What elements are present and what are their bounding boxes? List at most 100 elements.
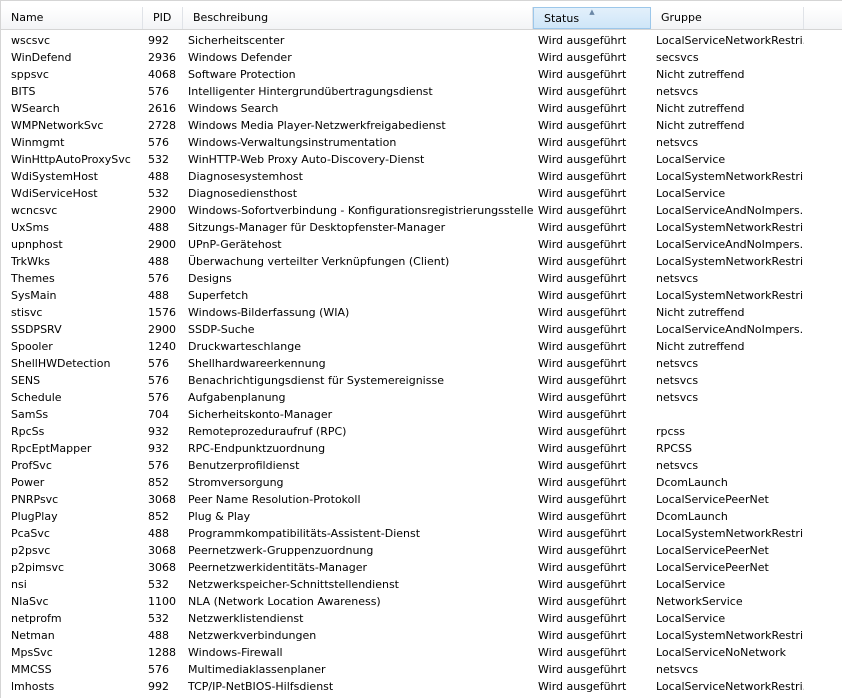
service-status: Wird ausgeführt xyxy=(538,476,627,489)
column-header-status[interactable]: ▲ Status xyxy=(533,7,651,29)
table-row[interactable]: Themes 576 Designs Wird ausgeführt netsvcs xyxy=(1,270,842,287)
table-row[interactable]: stisvc 1576 Windows-Bilderfassung (WIA) Wir… xyxy=(1,304,842,321)
service-status: Wird ausgeführt xyxy=(538,510,627,523)
table-row[interactable]: Schedule 576 Aufgabenplanung Wird ausgeführ… xyxy=(1,389,842,406)
service-pid: 532 xyxy=(148,612,169,625)
service-name: WinDefend xyxy=(11,51,72,64)
table-row[interactable]: netprofm 532 Netzwerklistendienst Wird ausg… xyxy=(1,610,842,627)
table-row[interactable]: WinDefend 2936 Windows Defender Wird ausgef… xyxy=(1,49,842,66)
table-row[interactable]: PNRPsvc 3068 Peer Name Resolution-Protokol… xyxy=(1,491,842,508)
service-description: Windows Media Player-Netzwerkfreigabedie… xyxy=(188,119,446,132)
service-pid: 576 xyxy=(148,663,169,676)
service-name: UxSms xyxy=(11,221,49,234)
table-row[interactable]: TrkWks 488 Überwachung verteilter Verknüpf… xyxy=(1,253,842,270)
table-row[interactable]: p2pimsvc 3068 Peernetzwerkidentitäts-Manag… xyxy=(1,559,842,576)
service-description: Aufgabenplanung xyxy=(188,391,286,404)
service-group: LocalServiceNetworkRestri... xyxy=(656,34,804,47)
table-row[interactable]: WSearch 2616 Windows Search Wird ausgeführt… xyxy=(1,100,842,117)
service-name: Netman xyxy=(11,629,55,642)
service-pid: 488 xyxy=(148,629,169,642)
service-name: Spooler xyxy=(11,340,53,353)
service-group: Nicht zutreffend xyxy=(656,68,745,81)
table-row[interactable]: UxSms 488 Sitzungs-Manager für Desktopfens… xyxy=(1,219,842,236)
column-header-name[interactable]: Name xyxy=(1,7,143,29)
table-row[interactable]: Spooler 1240 Druckwarteschlange Wird ausgef… xyxy=(1,338,842,355)
service-status: Wird ausgeführt xyxy=(538,646,627,659)
service-pid: 992 xyxy=(148,680,169,693)
column-header-bar: Name PID Beschreibung ▲ Status Gruppe xyxy=(1,7,842,30)
table-row[interactable]: ProfSvc 576 Benutzerprofildienst Wird ausge… xyxy=(1,457,842,474)
table-row[interactable]: Netman 488 Netzwerkverbindungen Wird ausgef… xyxy=(1,627,842,644)
service-status: Wird ausgeführt xyxy=(538,561,627,574)
service-name: RpcEptMapper xyxy=(11,442,92,455)
table-row[interactable]: wscsvc 992 Sicherheitscenter Wird ausgeführ… xyxy=(1,32,842,49)
service-name: TrkWks xyxy=(11,255,50,268)
service-pid: 488 xyxy=(148,289,169,302)
service-description: Stromversorgung xyxy=(188,476,284,489)
table-row[interactable]: RpcSs 932 Remoteprozeduraufruf (RPC) Wird a… xyxy=(1,423,842,440)
service-name: WMPNetworkSvc xyxy=(11,119,104,132)
column-header-group[interactable]: Gruppe xyxy=(651,7,804,29)
service-pid: 1576 xyxy=(148,306,176,319)
service-description: Sicherheitskonto-Manager xyxy=(188,408,333,421)
table-row[interactable]: NlaSvc 1100 NLA (Network Location Awarenes… xyxy=(1,593,842,610)
table-row[interactable]: WdiSystemHost 488 Diagnosesystemhost Wird a… xyxy=(1,168,842,185)
service-group: Nicht zutreffend xyxy=(656,119,745,132)
service-description: Überwachung verteilter Verknüpfungen (Cl… xyxy=(188,255,450,268)
table-row[interactable]: SENS 576 Benachrichtigungsdienst für Syste… xyxy=(1,372,842,389)
service-pid: 488 xyxy=(148,170,169,183)
service-status: Wird ausgeführt xyxy=(538,629,627,642)
table-row[interactable]: RpcEptMapper 932 RPC-Endpunktzuordnung Wird… xyxy=(1,440,842,457)
table-row[interactable]: WinHttpAutoProxySvc 532 WinHTTP-Web Proxy … xyxy=(1,151,842,168)
table-row[interactable]: p2psvc 3068 Peernetzwerk-Gruppenzuordnung W… xyxy=(1,542,842,559)
table-row[interactable]: SysMain 488 Superfetch Wird ausgeführt Local… xyxy=(1,287,842,304)
service-status: Wird ausgeführt xyxy=(538,357,627,370)
table-row[interactable]: SamSs 704 Sicherheitskonto-Manager Wird aus… xyxy=(1,406,842,423)
service-name: SENS xyxy=(11,374,41,387)
service-description: Diagnosesystemhost xyxy=(188,170,303,183)
service-group: LocalSystemNetworkRestri... xyxy=(656,255,804,268)
service-description: Benachrichtigungsdienst für Systemereign… xyxy=(188,374,444,387)
service-status: Wird ausgeführt xyxy=(538,374,627,387)
service-group: netsvcs xyxy=(656,85,699,98)
table-row[interactable]: PcaSvc 488 Programmkompatibilitäts-Assiste… xyxy=(1,525,842,542)
service-description: RPC-Endpunktzuordnung xyxy=(188,442,326,455)
service-pid: 576 xyxy=(148,136,169,149)
service-status: Wird ausgeführt xyxy=(538,187,627,200)
service-group: LocalServiceAndNoImpers... xyxy=(656,204,804,217)
table-row[interactable]: wcncsvc 2900 Windows-Sofortverbindung - Ko… xyxy=(1,202,842,219)
service-status: Wird ausgeführt xyxy=(538,255,627,268)
service-status: Wird ausgeführt xyxy=(538,425,627,438)
service-name: p2pimsvc xyxy=(11,561,65,574)
table-row[interactable]: SSDPSRV 2900 SSDP-Suche Wird ausgeführt Loca… xyxy=(1,321,842,338)
service-status: Wird ausgeführt xyxy=(538,306,627,319)
service-description: Peer Name Resolution-Protokoll xyxy=(188,493,361,506)
service-pid: 2616 xyxy=(148,102,176,115)
table-row[interactable]: PlugPlay 852 Plug & Play Wird ausgeführt Dco… xyxy=(1,508,842,525)
service-name: SysMain xyxy=(11,289,57,302)
service-name: ProfSvc xyxy=(11,459,52,472)
service-status: Wird ausgeführt xyxy=(538,34,627,47)
table-row[interactable]: ShellHWDetection 576 Shellhardwareerkennun… xyxy=(1,355,842,372)
table-row[interactable]: sppsvc 4068 Software Protection Wird ausgef… xyxy=(1,66,842,83)
service-group: LocalService xyxy=(656,612,726,625)
table-row[interactable]: MpsSvc 1288 Windows-Firewall Wird ausgeführ… xyxy=(1,644,842,661)
service-description: Druckwarteschlange xyxy=(188,340,301,353)
service-status: Wird ausgeführt xyxy=(538,289,627,302)
column-header-description[interactable]: Beschreibung xyxy=(183,7,533,29)
table-row[interactable]: Winmgmt 576 Windows-Verwaltungsinstrumenta… xyxy=(1,134,842,151)
service-status: Wird ausgeführt xyxy=(538,221,627,234)
column-header-pid[interactable]: PID xyxy=(143,7,183,29)
table-row[interactable]: Power 852 Stromversorgung Wird ausgeführt Dc… xyxy=(1,474,842,491)
table-row[interactable]: MMCSS 576 Multimediaklassenplaner Wird ausg… xyxy=(1,661,842,678)
table-row[interactable]: WMPNetworkSvc 2728 Windows Media Player-Ne… xyxy=(1,117,842,134)
service-status: Wird ausgeführt xyxy=(538,578,627,591)
table-row[interactable]: nsi 532 Netzwerkspeicher-Schnittstellendie… xyxy=(1,576,842,593)
table-row[interactable]: upnphost 2900 UPnP-Gerätehost Wird ausgefüh… xyxy=(1,236,842,253)
table-row[interactable]: WdiServiceHost 532 Diagnosediensthost Wird … xyxy=(1,185,842,202)
service-status: Wird ausgeführt xyxy=(538,272,627,285)
table-row[interactable]: lmhosts 992 TCP/IP-NetBIOS-Hilfsdienst Wird… xyxy=(1,678,842,695)
service-name: PNRPsvc xyxy=(11,493,59,506)
service-pid: 576 xyxy=(148,357,169,370)
table-row[interactable]: BITS 576 Intelligenter Hintergrundübertrag… xyxy=(1,83,842,100)
